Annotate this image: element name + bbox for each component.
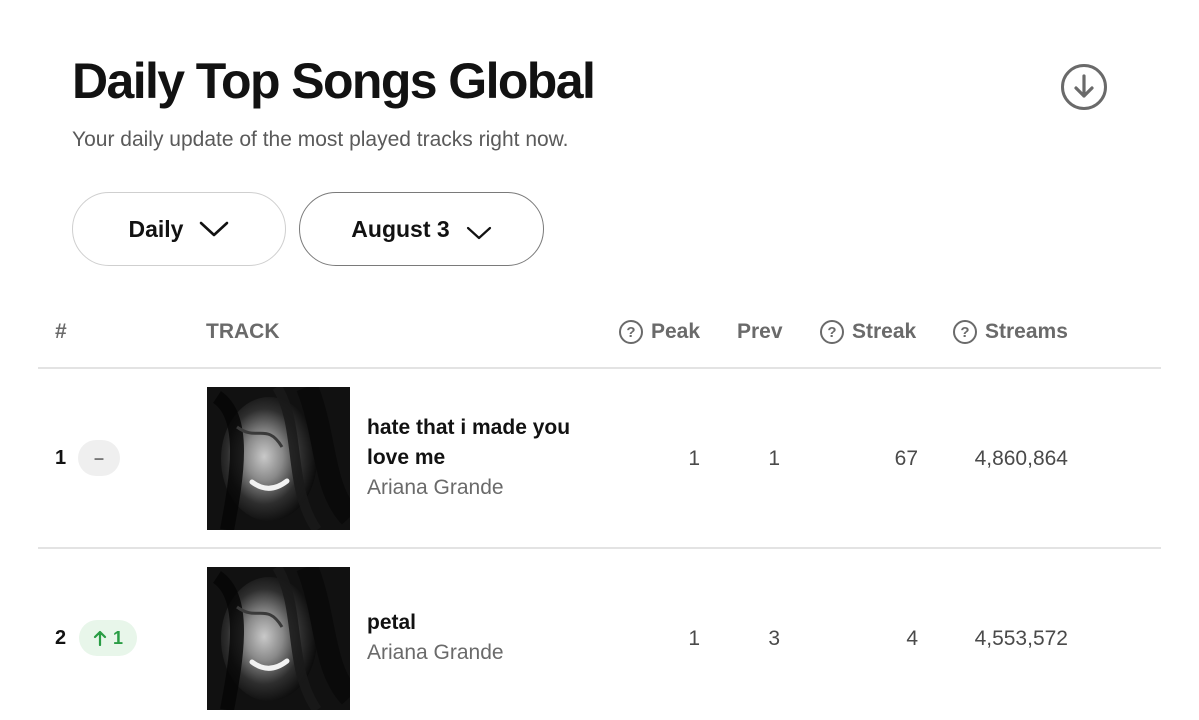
frequency-dropdown[interactable]: Daily: [72, 192, 286, 266]
column-header-rank-label: #: [55, 320, 67, 343]
album-cover[interactable]: [207, 387, 350, 530]
arrow-up-icon: [93, 630, 107, 646]
streams-value: 4,860,864: [974, 447, 1068, 470]
rank-movement-badge: 1: [79, 620, 137, 656]
page-subtitle: Your daily update of the most played tra…: [72, 128, 569, 151]
track-artist[interactable]: Ariana Grande: [367, 641, 504, 665]
column-header-streak[interactable]: ? Streak: [820, 320, 916, 344]
prev-value: 1: [768, 447, 780, 470]
rank-number: 2: [55, 627, 67, 649]
prev-value: 3: [768, 627, 780, 650]
help-icon[interactable]: ?: [820, 320, 844, 344]
help-icon[interactable]: ?: [953, 320, 977, 344]
column-header-prev-label: Prev: [737, 320, 783, 343]
chevron-down-icon: [466, 225, 492, 241]
date-dropdown-label: August 3: [351, 215, 450, 242]
column-header-streams[interactable]: ? Streams: [953, 320, 1068, 344]
column-header-streak-label: Streak: [852, 320, 917, 343]
streams-value: 4,553,572: [974, 627, 1068, 650]
column-header-streams-label: Streams: [985, 320, 1068, 343]
page-title: Daily Top Songs Global: [72, 53, 596, 109]
column-header-track: TRACK: [206, 320, 280, 344]
help-icon[interactable]: ?: [619, 320, 643, 344]
column-header-track-label: TRACK: [206, 320, 280, 343]
frequency-dropdown-label: Daily: [128, 215, 184, 242]
track-title[interactable]: petal: [367, 608, 597, 638]
column-header-prev: Prev: [737, 320, 783, 344]
album-cover[interactable]: [207, 567, 350, 710]
peak-value: 1: [688, 627, 700, 650]
column-header-peak[interactable]: ? Peak: [619, 320, 700, 344]
download-circle-icon: [1074, 74, 1094, 98]
date-dropdown[interactable]: August 3: [299, 192, 544, 266]
rank-movement-value: –: [93, 447, 104, 468]
track-artist[interactable]: Ariana Grande: [367, 476, 504, 500]
download-button[interactable]: [1061, 64, 1107, 110]
table-divider: [38, 547, 1161, 549]
streak-value: 4: [906, 627, 918, 650]
streak-value: 67: [894, 447, 918, 470]
rank-number: 1: [55, 447, 67, 469]
column-header-rank: #: [55, 320, 67, 344]
chevron-down-icon: [199, 220, 229, 238]
peak-value: 1: [688, 447, 700, 470]
rank-movement-value: 1: [112, 627, 123, 648]
column-header-peak-label: Peak: [651, 320, 701, 343]
rank-movement-badge: –: [78, 440, 120, 476]
table-divider: [38, 367, 1161, 369]
track-title[interactable]: hate that i made you love me: [367, 413, 597, 473]
